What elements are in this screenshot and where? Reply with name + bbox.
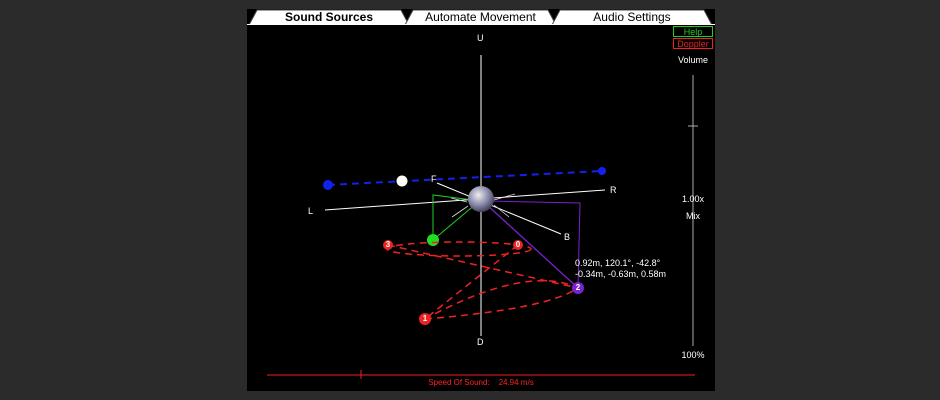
source-3-label: 3 bbox=[385, 240, 391, 249]
blue-path-line bbox=[327, 170, 603, 186]
green-source-marker[interactable] bbox=[427, 234, 439, 246]
axis-label-up: U bbox=[477, 33, 484, 43]
axis-label-down: D bbox=[477, 337, 484, 347]
source-1-label: 1 bbox=[422, 314, 428, 323]
source-info: 0.92m, 120.1°, -42.8° -0.34m, -0.63m, 0.… bbox=[575, 258, 666, 280]
source-info-polar: 0.92m, 120.1°, -42.8° bbox=[575, 258, 661, 268]
red-path bbox=[386, 241, 580, 320]
axis-label-front: F bbox=[431, 174, 437, 184]
blue-endpoint-right[interactable] bbox=[598, 167, 606, 175]
axis-left-right bbox=[324, 189, 606, 211]
mix-value: 100% bbox=[681, 350, 705, 360]
speed-of-sound-value: 24.94 m/s bbox=[498, 378, 534, 387]
purple-projection-line bbox=[486, 200, 581, 289]
axis-label-back: B bbox=[564, 232, 571, 242]
speed-of-sound-readout: Speed Of Sound: 24.94 m/s bbox=[247, 378, 715, 387]
green-link-line bbox=[432, 202, 478, 241]
source-0-label: 0 bbox=[515, 240, 521, 249]
listener-head[interactable] bbox=[468, 186, 494, 212]
app-window: Sound Sources Automate Movement Audio Se… bbox=[247, 9, 715, 391]
volume-label: Volume bbox=[677, 55, 709, 65]
speed-of-sound-label: Speed Of Sound: bbox=[428, 378, 490, 387]
volume-value: 1.00x bbox=[681, 194, 705, 204]
mix-label: Mix bbox=[686, 211, 700, 221]
purple-link-line bbox=[486, 204, 579, 289]
blue-endpoint-left[interactable] bbox=[323, 180, 333, 190]
axis-label-left: L bbox=[308, 206, 314, 216]
source-2-label: 2 bbox=[575, 283, 581, 292]
white-source-marker[interactable] bbox=[396, 175, 408, 187]
axis-label-right: R bbox=[610, 185, 617, 195]
source-info-cartesian: -0.34m, -0.63m, 0.58m bbox=[575, 269, 667, 279]
scene-3d-view[interactable] bbox=[247, 9, 715, 391]
